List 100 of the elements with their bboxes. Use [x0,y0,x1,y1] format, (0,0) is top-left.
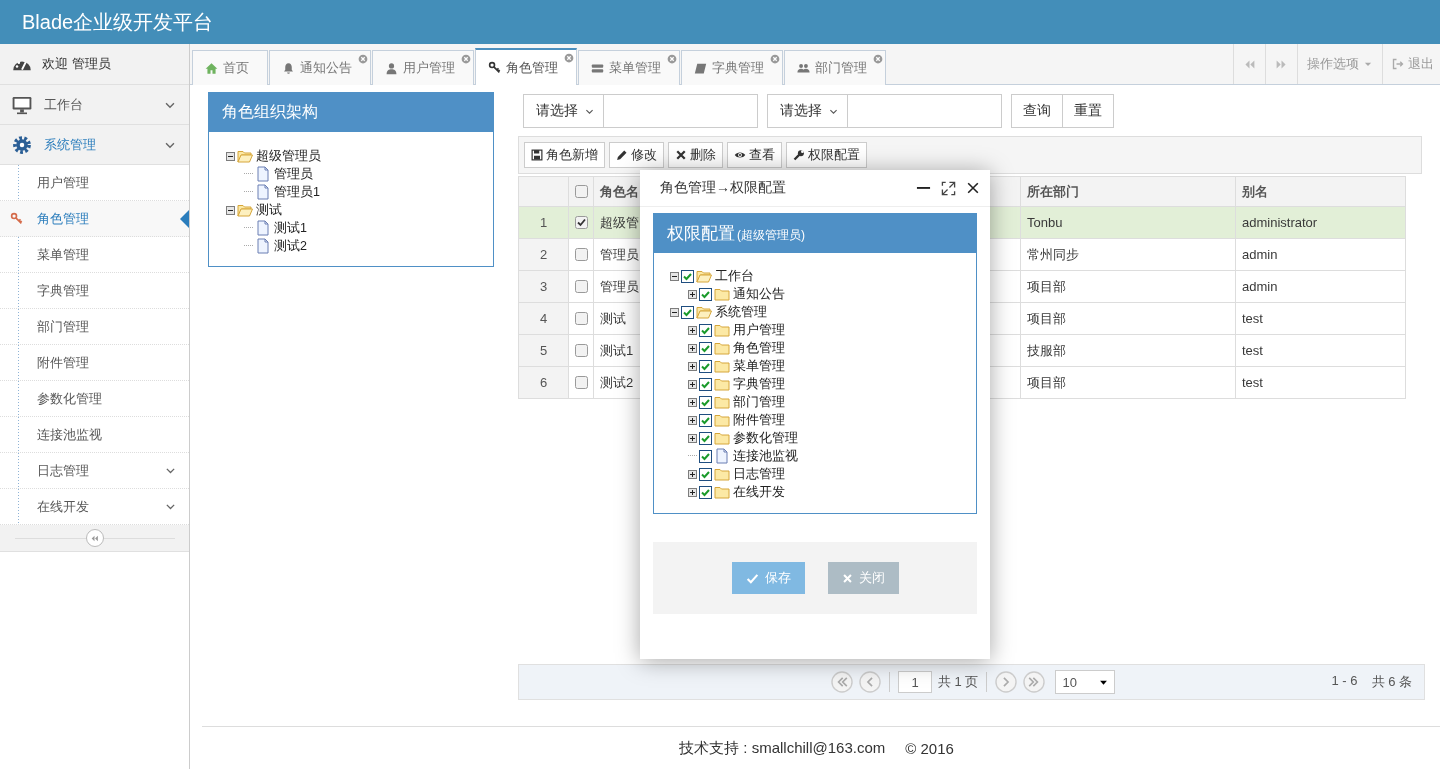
tree-node[interactable]: 通知公告 [732,285,785,303]
sidebar-subitem[interactable]: 字典管理 [0,273,189,309]
checkbox[interactable] [699,431,712,445]
tab[interactable]: 部门管理 [784,50,886,85]
tab[interactable]: 用户管理 [372,50,474,85]
close-icon[interactable] [358,54,368,64]
toolbar-button[interactable]: 修改 [609,142,664,168]
select-all-checkbox[interactable] [575,185,588,198]
tree-node[interactable]: 在线开发 [732,483,785,501]
tree-node[interactable]: 系统管理 [714,303,767,321]
tab[interactable]: 通知公告 [269,50,371,85]
page-size-select[interactable]: 10 [1055,670,1116,694]
tab[interactable]: 字典管理 [681,50,783,85]
sidebar-subitem[interactable]: 角色管理 [0,201,189,237]
toolbar-button[interactable]: 查看 [727,142,782,168]
tree-node[interactable]: 部门管理 [732,393,785,411]
close-icon[interactable] [770,54,780,64]
record-range: 1 - 6 [1331,673,1358,690]
expand-icon[interactable] [688,289,697,299]
expand-icon[interactable] [688,433,697,443]
maximize-button[interactable] [941,180,956,196]
expand-icon[interactable] [688,325,697,335]
input-field[interactable] [848,94,1002,128]
tab[interactable]: 菜单管理 [578,50,680,85]
sidebar-item[interactable]: 系统管理 [0,125,189,165]
row-checkbox[interactable] [575,216,588,229]
sidebar-subitem[interactable]: 部门管理 [0,309,189,345]
tree-node[interactable]: 测试1 [273,219,307,237]
close-button[interactable] [966,181,980,195]
tab[interactable]: 首页 [192,50,268,85]
checkbox[interactable] [699,341,712,355]
expand-icon[interactable] [688,397,697,407]
checkbox[interactable] [699,287,712,301]
select-field[interactable]: 请选择 [767,94,848,128]
tree-node[interactable]: 附件管理 [732,411,785,429]
checkbox[interactable] [699,323,712,337]
search-button[interactable]: 查询 [1011,94,1063,128]
collapse-icon[interactable] [670,271,679,281]
checkbox[interactable] [699,359,712,373]
toolbar-button[interactable]: 权限配置 [786,142,867,168]
home-icon [205,61,218,75]
row-checkbox[interactable] [575,376,588,389]
tree-node[interactable]: 测试2 [273,237,307,255]
sidebar-subitem[interactable]: 连接池监视 [0,417,189,453]
select-field[interactable]: 请选择 [523,94,604,128]
sign-out-icon [1392,58,1404,70]
checkbox[interactable] [699,467,712,481]
file-icon [255,220,271,236]
sidebar-subitem[interactable]: 日志管理 [0,453,189,489]
collapse-icon[interactable] [670,307,679,317]
tree-node[interactable]: 测试 [255,201,282,219]
page-input[interactable]: 1 [898,671,932,693]
checkbox[interactable] [699,377,712,391]
toolbar-button[interactable]: 删除 [668,142,723,168]
expand-icon[interactable] [688,487,697,497]
tree-node[interactable]: 超级管理员 [255,147,321,165]
collapse-icon[interactable] [226,205,235,215]
column-header: 所在部门 [1020,176,1236,207]
close-icon[interactable] [461,54,471,64]
checkbox[interactable] [699,485,712,499]
checkbox[interactable] [681,269,694,283]
table-cell: test [1235,302,1406,335]
tree-node[interactable]: 连接池监视 [732,447,798,465]
minimize-button[interactable] [916,187,931,189]
tab[interactable]: 角色管理 [475,48,577,85]
checkbox[interactable] [699,413,712,427]
tree-node[interactable]: 管理员 [273,165,313,183]
row-checkbox[interactable] [575,248,588,261]
collapse-icon[interactable] [226,151,235,161]
row-number: 3 [518,270,569,303]
tree-node[interactable]: 参数化管理 [732,429,798,447]
row-checkbox[interactable] [575,312,588,325]
expand-icon[interactable] [688,343,697,353]
tree-node[interactable]: 字典管理 [732,375,785,393]
row-checkbox[interactable] [575,280,588,293]
sidebar-subitem[interactable]: 附件管理 [0,345,189,381]
input-field[interactable] [604,94,758,128]
tree-node[interactable]: 日志管理 [732,465,785,483]
toolbar-button[interactable]: 角色新增 [524,142,605,168]
expand-icon[interactable] [688,469,697,479]
expand-icon[interactable] [688,379,697,389]
close-icon[interactable] [873,54,883,64]
tree-node[interactable]: 用户管理 [732,321,785,339]
tree-node[interactable]: 管理员1 [273,183,320,201]
close-icon[interactable] [667,54,677,64]
sidebar-item[interactable]: 工作台 [0,85,189,125]
sidebar-subitem[interactable]: 参数化管理 [0,381,189,417]
close-icon[interactable] [564,53,574,63]
row-checkbox[interactable] [575,344,588,357]
expand-icon[interactable] [688,415,697,425]
checkbox[interactable] [699,395,712,409]
delete-icon [675,149,687,161]
sidebar-subitem[interactable]: 菜单管理 [0,237,189,273]
expand-icon[interactable] [688,361,697,371]
checkbox[interactable] [699,449,712,463]
tree-node[interactable]: 菜单管理 [732,357,785,375]
tree-node[interactable]: 角色管理 [732,339,785,357]
reset-button[interactable]: 重置 [1063,94,1114,128]
checkbox[interactable] [681,305,694,319]
table-cell: admin [1235,270,1406,303]
